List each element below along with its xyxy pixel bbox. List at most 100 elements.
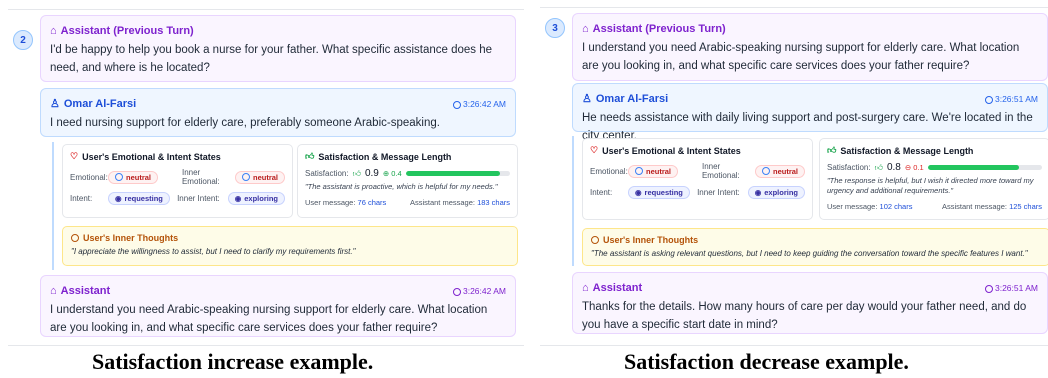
assistant-timestamp: 3:26:51 AM — [994, 282, 1038, 293]
emotional-badge: neutral — [108, 170, 159, 184]
satisfaction-label: Satisfaction: — [827, 163, 871, 172]
inner-thoughts-text: "I appreciate the willingness to assist,… — [71, 247, 356, 256]
clock-icon — [984, 95, 993, 104]
user-name: Omar Al-Farsi — [595, 93, 669, 105]
example-panel-right: 3 ⌂ Assistant (Previous Turn) I understan… — [540, 0, 1048, 346]
person-icon: ♙ — [50, 98, 60, 110]
assistant-message: ⌂ Assistant 3:26:42 AM I understand you n… — [40, 275, 516, 337]
neutral-face-icon — [761, 167, 770, 175]
previous-assistant-label: Assistant (Previous Turn) — [592, 23, 726, 35]
clock-icon — [452, 100, 461, 109]
assistant-label: Assistant — [60, 285, 111, 297]
inner-thoughts-text: "The assistant is asking relevant questi… — [591, 249, 1028, 258]
neutral-face-icon — [635, 167, 643, 175]
intent-badge: ◉ requesting — [108, 192, 170, 205]
emotional-intent-title: User's Emotional & Intent States — [82, 151, 221, 162]
inner-emotional-label: Inner Emotional: — [181, 168, 220, 186]
satisfaction-panel: 👍︎ Satisfaction & Message Length Satisfac… — [819, 138, 1048, 220]
alert-circle-icon — [71, 234, 79, 242]
thumbs-up-icon: 👍︎ — [874, 162, 883, 172]
satisfaction-label: Satisfaction: — [305, 169, 349, 178]
inner-intent-label: Inner Intent: — [697, 188, 740, 197]
assistant-label: Assistant — [592, 282, 643, 294]
target-icon: ◉ — [115, 194, 122, 203]
assistant-message-length: Assistant message: 125 chars — [941, 202, 1042, 212]
assistant-text: Thanks for the details. How many hours o… — [582, 301, 1027, 331]
emotional-badge: neutral — [628, 164, 679, 178]
heart-icon: ♡ — [590, 145, 599, 155]
previous-assistant-text: I'd be happy to help you book a nurse fo… — [50, 44, 493, 74]
inner-intent-badge: ◉ exploring — [747, 186, 805, 199]
satisfaction-quote: "The response is helpful, but I wish it … — [827, 176, 1034, 196]
previous-assistant-message: ⌂ Assistant (Previous Turn) I'd be happy … — [40, 15, 516, 82]
satisfaction-title: Satisfaction & Message Length — [840, 145, 974, 156]
thumbs-up-icon: 👍︎ — [827, 145, 837, 155]
user-message: ♙ Omar Al-Farsi 3:26:51 AM He needs assis… — [572, 83, 1048, 142]
person-icon: ♙ — [582, 93, 592, 105]
turn-number-badge: 3 — [545, 18, 565, 38]
example-panel-left: 2 ⌂ Assistant (Previous Turn) I'd be happ… — [8, 0, 524, 346]
user-message-length: User message: 102 chars — [827, 202, 913, 212]
satisfaction-bar-fill — [405, 171, 500, 176]
intent-badge: ◉ requesting — [628, 186, 690, 199]
satisfaction-bar-fill — [927, 165, 1020, 170]
neutral-face-icon — [241, 173, 250, 181]
alert-circle-icon — [591, 236, 599, 244]
inner-thoughts-title: User's Inner Thoughts — [603, 235, 699, 245]
emotional-intent-title: User's Emotional & Intent States — [602, 145, 741, 156]
previous-assistant-label: Assistant (Previous Turn) — [60, 25, 194, 37]
robot-icon: ⌂ — [582, 282, 589, 294]
robot-icon: ⌂ — [582, 23, 589, 35]
user-state-section: ♡ User's Emotional & Intent States Emotio… — [52, 142, 518, 270]
intent-label: Intent: — [70, 194, 93, 203]
thumbs-up-icon: 👍︎ — [305, 151, 315, 161]
inner-intent-label: Inner Intent: — [177, 194, 220, 203]
inner-thoughts-title: User's Inner Thoughts — [83, 233, 179, 243]
user-text: I need nursing support for elderly care,… — [50, 117, 440, 130]
assistant-text: I understand you need Arabic-speaking nu… — [50, 304, 488, 334]
user-name: Omar Al-Farsi — [63, 98, 137, 110]
intent-label: Intent: — [590, 188, 613, 197]
clock-icon — [984, 284, 993, 293]
inner-emotional-label: Inner Emotional: — [701, 162, 740, 180]
satisfaction-quote: "The assistant is proactive, which is he… — [305, 182, 498, 191]
target-icon: ◉ — [234, 194, 242, 203]
inner-emotional-badge: neutral — [234, 170, 285, 184]
emotional-label: Emotional: — [70, 172, 108, 182]
assistant-message-length: Assistant message: 183 chars — [409, 198, 510, 208]
satisfaction-delta: ⊕ 0.4 — [382, 169, 402, 178]
inner-thoughts-panel: User's Inner Thoughts "I appreciate the … — [62, 226, 518, 266]
assistant-message: ⌂ Assistant 3:26:51 AM Thanks for the det… — [572, 272, 1048, 334]
satisfaction-bar — [927, 165, 1042, 170]
user-message: ♙ Omar Al-Farsi 3:26:42 AM I need nursing… — [40, 88, 516, 137]
emotional-intent-panel: ♡ User's Emotional & Intent States Emotio… — [582, 138, 813, 220]
satisfaction-bar — [405, 171, 510, 176]
caption-right: Satisfaction decrease example. — [624, 349, 909, 374]
emotional-intent-panel: ♡ User's Emotional & Intent States Emotio… — [62, 144, 293, 218]
neutral-face-icon — [115, 173, 123, 181]
inner-thoughts-panel: User's Inner Thoughts "The assistant is … — [582, 228, 1048, 266]
clock-icon — [452, 287, 461, 296]
user-state-section: ♡ User's Emotional & Intent States Emotio… — [572, 136, 1048, 266]
inner-intent-badge: ◉ exploring — [227, 192, 285, 205]
thumbs-up-icon: 👍︎ — [352, 168, 361, 178]
satisfaction-title: Satisfaction & Message Length — [318, 151, 452, 162]
heart-icon: ♡ — [70, 151, 79, 161]
target-icon: ◉ — [635, 188, 642, 197]
turn-number-badge: 2 — [13, 30, 33, 50]
robot-icon: ⌂ — [50, 285, 57, 297]
user-timestamp: 3:26:42 AM — [462, 98, 506, 109]
satisfaction-delta: ⊖ 0.1 — [904, 163, 924, 172]
satisfaction-value: 0.8 — [886, 162, 901, 173]
satisfaction-panel: 👍︎ Satisfaction & Message Length Satisfac… — [297, 144, 518, 218]
assistant-timestamp: 3:26:42 AM — [462, 285, 506, 296]
user-timestamp: 3:26:51 AM — [994, 93, 1038, 104]
previous-assistant-text: I understand you need Arabic-speaking nu… — [582, 42, 1020, 72]
previous-assistant-message: ⌂ Assistant (Previous Turn) I understand … — [572, 13, 1048, 81]
inner-emotional-badge: neutral — [754, 164, 805, 178]
target-icon: ◉ — [754, 188, 762, 197]
user-message-length: User message: 76 chars — [305, 198, 387, 208]
caption-left: Satisfaction increase example. — [92, 349, 374, 374]
emotional-label: Emotional: — [590, 166, 628, 176]
satisfaction-value: 0.9 — [364, 168, 379, 179]
